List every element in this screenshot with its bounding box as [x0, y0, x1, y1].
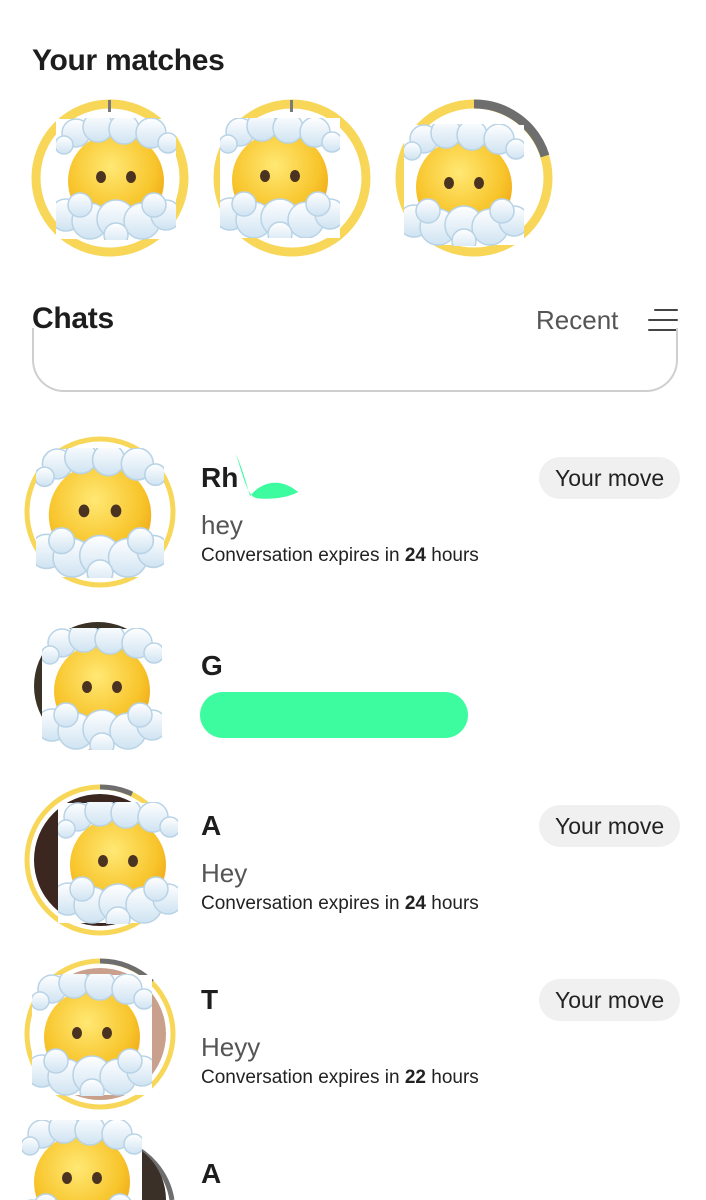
face-in-clouds-icon [32, 974, 152, 1096]
face-in-clouds-icon [404, 124, 524, 246]
face-in-clouds-icon [56, 118, 176, 240]
face-in-clouds-icon [36, 448, 164, 578]
your-move-badge: Your move [539, 457, 681, 499]
your-move-badge: Your move [539, 979, 681, 1021]
matches-title: Your matches [32, 44, 225, 77]
chat-message: hey [201, 510, 243, 540]
match-avatar[interactable] [212, 98, 372, 258]
match-avatar[interactable] [394, 98, 554, 258]
chat-expiry: Conversation expires in 24 hours [201, 545, 479, 566]
redaction-scribble [236, 454, 298, 499]
chat-message: Heyy [201, 1032, 261, 1062]
chat-expiry: Conversation expires in 22 hours [201, 1067, 479, 1088]
face-in-clouds-icon [42, 628, 162, 750]
match-avatar[interactable] [30, 98, 190, 258]
face-in-clouds-icon [220, 118, 340, 238]
chat-expiry: Conversation expires in 24 hours [201, 893, 479, 914]
face-in-clouds-icon [22, 1120, 142, 1200]
chat-name: A [201, 1158, 222, 1189]
search-bar[interactable] [32, 328, 678, 392]
redaction-scribble [200, 692, 468, 738]
your-move-badge: Your move [539, 805, 681, 847]
face-in-clouds-icon [58, 802, 178, 924]
chat-name: G [201, 650, 223, 681]
chat-name: T [201, 984, 219, 1015]
chat-name: A [201, 810, 222, 841]
chat-message: Hey [201, 858, 248, 888]
